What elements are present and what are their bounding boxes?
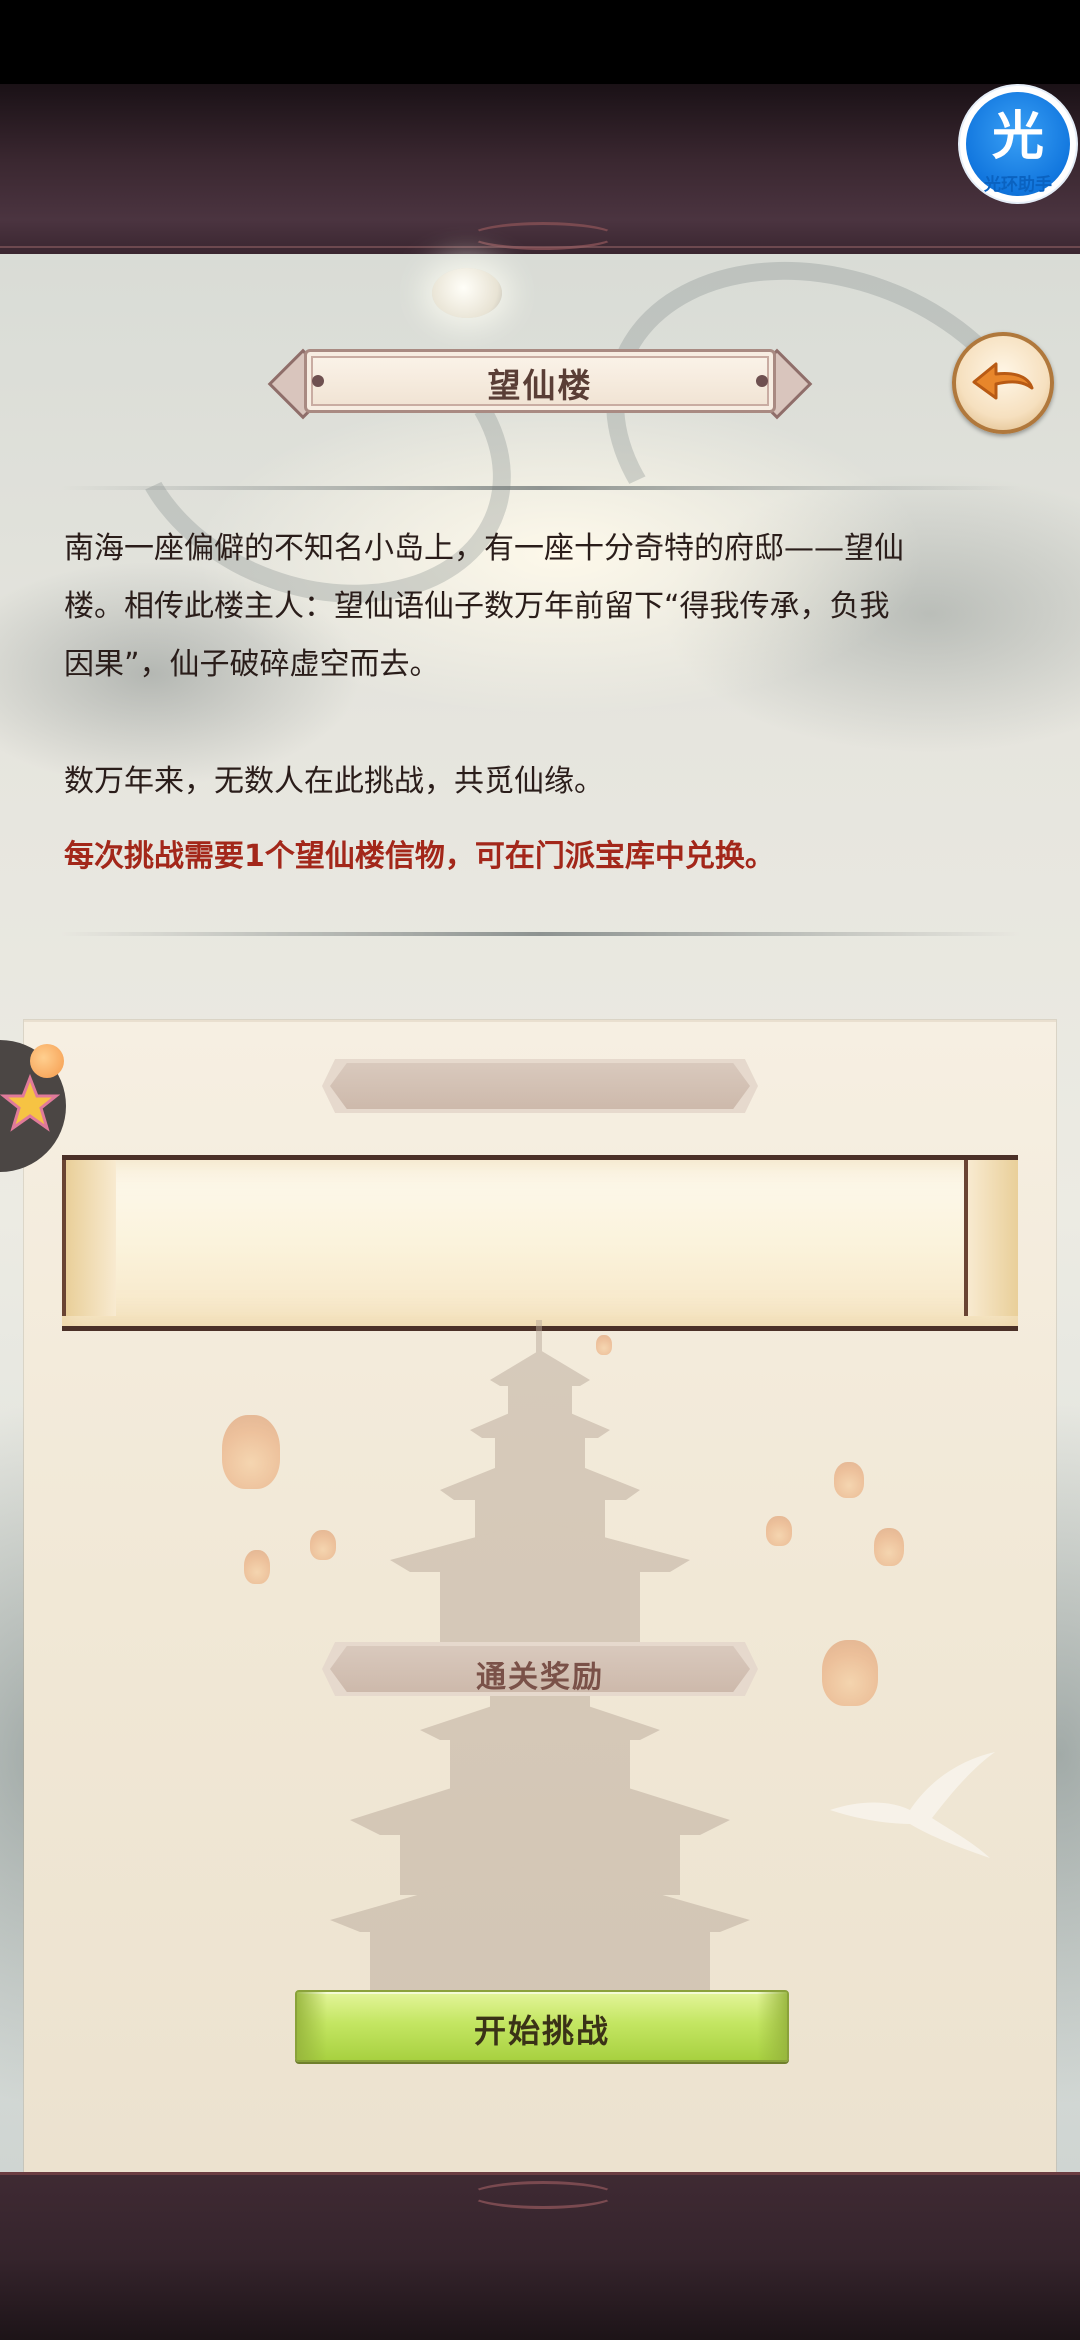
stage-banner xyxy=(330,1063,750,1109)
helper-badge-caption: 光环助手 xyxy=(984,175,1052,195)
assist-orb-icon xyxy=(30,1044,64,1078)
challenge-requirement-text: 每次挑战需要1个望仙楼信物，可在门派宝库中兑换。 xyxy=(64,839,775,874)
divider xyxy=(60,932,1020,936)
lore-line: 南海一座偏僻的不知名小岛上，有一座十分奇特的府邸——望仙 xyxy=(64,531,904,566)
screen: 光 光环助手 望仙楼 南海一座偏僻的不知名小岛上，有一座十分奇特的府邸——望仙楼… xyxy=(0,0,1080,2340)
lantern-icon xyxy=(874,1528,904,1566)
back-arrow-icon xyxy=(972,362,1034,400)
divider xyxy=(60,486,1020,490)
frame-ornament xyxy=(470,222,616,250)
lantern-icon xyxy=(222,1415,280,1489)
helper-app-badge[interactable]: 光 光环助手 xyxy=(960,86,1076,202)
info-scroll xyxy=(62,1155,1018,1331)
reward-banner: 通关奖励 xyxy=(330,1646,750,1692)
status-bar xyxy=(0,0,1080,84)
helper-badge-glyph: 光 xyxy=(991,107,1044,167)
moon-icon xyxy=(432,268,502,318)
start-challenge-button[interactable]: 开始挑战 xyxy=(295,1990,789,2062)
lantern-icon xyxy=(310,1530,336,1560)
lantern-icon xyxy=(596,1335,612,1355)
top-frame-band xyxy=(0,84,1080,257)
bottom-frame-band xyxy=(0,2172,1080,2340)
lantern-icon xyxy=(834,1462,864,1498)
crane-icon xyxy=(830,1752,995,1858)
scroll-cap-right xyxy=(964,1160,1018,1316)
lantern-icon xyxy=(244,1550,270,1584)
star-icon xyxy=(0,1074,60,1132)
frame-ornament xyxy=(470,2181,616,2209)
lantern-icon xyxy=(766,1516,792,1546)
lore-line: 因果”，仙子破碎虚空而去。 xyxy=(64,647,440,682)
lantern-icon xyxy=(822,1640,878,1706)
title-plaque: 望仙楼 xyxy=(267,345,813,420)
lore-line: 楼。相传此楼主人：望仙语仙子数万年前留下“得我传承，负我 xyxy=(64,589,890,624)
back-button[interactable] xyxy=(952,332,1054,434)
page-title: 望仙楼 xyxy=(487,366,593,405)
lore-paragraph-2: 数万年来，无数人在此挑战，共觅仙缘。 xyxy=(64,764,604,799)
reward-title: 通关奖励 xyxy=(476,1660,604,1695)
scroll-cap-left xyxy=(62,1160,116,1316)
lore-paragraph: 南海一座偏僻的不知名小岛上，有一座十分奇特的府邸——望仙 楼。相传此楼主人：望仙语… xyxy=(64,520,1024,694)
start-challenge-label: 开始挑战 xyxy=(473,2012,610,2050)
